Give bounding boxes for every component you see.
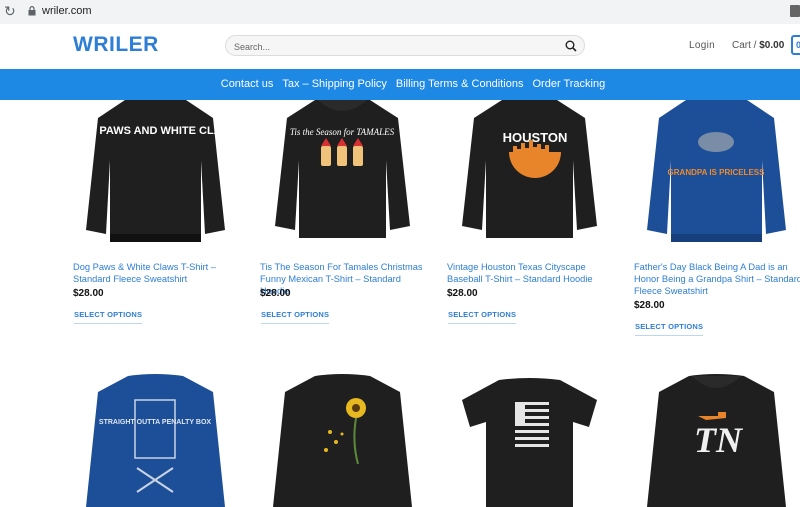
- product-print-text: HOUSTON: [503, 130, 568, 145]
- product-price: $28.00: [260, 288, 291, 299]
- product-title[interactable]: Dog Paws & White Claws T-Shirt – Standar…: [73, 261, 243, 285]
- product-print-text: Tis the Season for TAMALES: [290, 127, 395, 137]
- product-card: GRANDPA IS PRICELESS Father's Day Black …: [634, 100, 800, 340]
- product-card: DOG PAWS AND WHITE CLAWS Dog Paws & Whit…: [73, 100, 238, 340]
- product-image[interactable]: STRAIGHT OUTTA PENALTY BOX: [73, 372, 238, 507]
- extension-icon[interactable]: [790, 5, 800, 17]
- search-icon[interactable]: [565, 40, 577, 52]
- nav-shipping-policy[interactable]: Tax – Shipping Policy: [282, 69, 387, 100]
- nav-contact-us[interactable]: Contact us: [221, 69, 274, 100]
- select-options-button[interactable]: SELECT OPTIONS: [261, 310, 330, 324]
- select-options-button[interactable]: SELECT OPTIONS: [448, 310, 517, 324]
- product-print-text: GRANDPA IS PRICELESS: [668, 168, 766, 177]
- product-image[interactable]: GRANDPA IS PRICELESS: [634, 100, 799, 245]
- product-price: $28.00: [634, 300, 665, 311]
- product-card: STRAIGHT OUTTA PENALTY BOX: [73, 372, 238, 507]
- product-card: HOUSTON Vintage Houston Texas Cityscape …: [447, 100, 612, 340]
- select-options-button[interactable]: SELECT OPTIONS: [74, 310, 143, 324]
- product-card: Tis the Season for TAMALES Tis The Seaso…: [260, 100, 425, 340]
- product-print-text: TN: [694, 420, 744, 460]
- product-card: [447, 372, 612, 507]
- product-card: TN: [634, 372, 799, 507]
- main-nav: Contact us Tax – Shipping Policy Billing…: [0, 69, 800, 100]
- cart-total: $0.00: [759, 40, 785, 51]
- product-image[interactable]: DOG PAWS AND WHITE CLAWS: [73, 100, 238, 245]
- url-text[interactable]: wriler.com: [42, 5, 92, 17]
- product-card: [260, 372, 425, 507]
- product-image[interactable]: TN: [634, 372, 799, 507]
- product-price: $28.00: [73, 288, 104, 299]
- reload-icon[interactable]: ↻: [4, 4, 18, 18]
- search-box: [225, 35, 585, 56]
- cart-label: Cart /: [732, 40, 757, 51]
- login-link[interactable]: Login: [689, 40, 715, 51]
- nav-order-tracking[interactable]: Order Tracking: [532, 69, 605, 100]
- product-image[interactable]: HOUSTON: [447, 100, 612, 245]
- site-logo[interactable]: WRILER: [73, 33, 159, 57]
- product-print-text: DOG PAWS AND WHITE CLAWS: [73, 125, 238, 137]
- product-title[interactable]: Father's Day Black Being A Dad is an Hon…: [634, 261, 800, 297]
- nav-billing-terms[interactable]: Billing Terms & Conditions: [396, 69, 524, 100]
- product-image[interactable]: [260, 372, 425, 507]
- cart-count-badge[interactable]: 0: [791, 35, 800, 55]
- product-print-text: STRAIGHT OUTTA PENALTY BOX: [99, 419, 211, 426]
- product-price: $28.00: [447, 288, 478, 299]
- product-image[interactable]: Tis the Season for TAMALES: [260, 100, 425, 245]
- product-image[interactable]: [447, 372, 612, 507]
- lock-icon: [28, 6, 36, 16]
- cart-link[interactable]: Cart / $0.00: [732, 40, 784, 51]
- search-input[interactable]: [232, 38, 556, 55]
- site-header: WRILER Login Cart / $0.00 0: [0, 24, 800, 68]
- product-title[interactable]: Vintage Houston Texas Cityscape Baseball…: [447, 261, 617, 285]
- select-options-button[interactable]: SELECT OPTIONS: [635, 322, 704, 336]
- browser-address-bar: ↻ wriler.com: [0, 0, 800, 25]
